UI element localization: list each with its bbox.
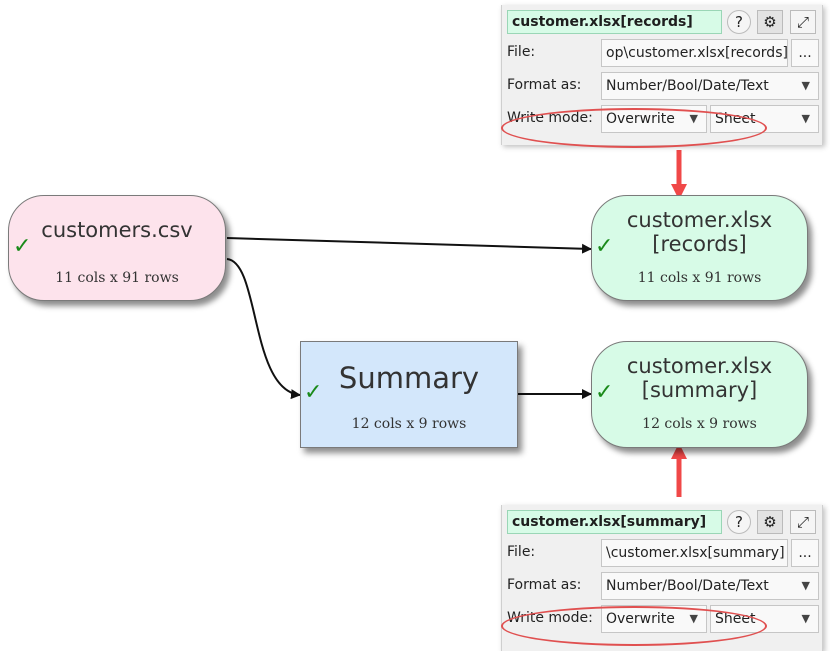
chevron-down-icon: ▼ [801,112,810,125]
node-dimensions: 12 cols x 9 rows [642,416,757,432]
node-title-line1: customer.xlsx [626,208,773,232]
edge-csv-to-summary [226,258,301,400]
node-title-line2: [records] [652,232,747,256]
format-select[interactable]: Number/Bool/Date/Text ▼ [601,572,819,600]
node-name-field[interactable]: customer.xlsx[records] [507,10,722,34]
format-value: Number/Bool/Date/Text [606,78,769,94]
node-title: Summary [338,361,480,395]
file-path-input[interactable]: op\customer.xlsx[records] [601,39,788,67]
node-customers-csv[interactable]: ✓ customers.csv 11 cols x 91 rows [8,195,226,301]
browse-button[interactable]: ... [791,539,819,567]
properties-panel-records: customer.xlsx[records] ? ⚙ ⤢ File: op\cu… [501,5,823,145]
node-summary[interactable]: ✓ Summary 12 cols x 9 rows [300,341,518,448]
expand-icon[interactable]: ⤢ [790,10,816,34]
node-title-line1: customer.xlsx [626,354,773,378]
write-mode-select[interactable]: Overwrite ▼ [601,605,707,633]
chevron-down-icon: ▼ [801,579,810,592]
write-mode-select[interactable]: Overwrite ▼ [601,105,707,133]
help-icon[interactable]: ? [727,10,751,34]
edge-csv-to-records [226,237,592,254]
gear-icon[interactable]: ⚙ [757,10,783,34]
format-select[interactable]: Number/Bool/Date/Text ▼ [601,72,819,100]
node-dimensions: 11 cols x 91 rows [637,270,762,286]
format-value: Number/Bool/Date/Text [606,578,769,594]
chevron-down-icon: ▼ [801,612,810,625]
write-mode-label: Write mode: [507,610,593,626]
node-dimensions: 12 cols x 9 rows [351,416,467,432]
node-title: customers.csv [41,218,193,242]
format-label: Format as: [507,77,582,93]
file-path-input[interactable]: \customer.xlsx[summary] [601,539,788,567]
node-dimensions: 11 cols x 91 rows [55,270,179,286]
node-title-line2: [summary] [641,378,758,402]
gear-icon[interactable]: ⚙ [757,510,783,534]
chevron-down-icon: ▼ [689,112,698,125]
node-name-field[interactable]: customer.xlsx[summary] [507,510,722,534]
write-mode-value: Overwrite [606,111,675,127]
chevron-down-icon: ▼ [801,79,810,92]
write-mode-value: Overwrite [606,611,675,627]
file-label: File: [507,544,536,560]
node-customer-xlsx-summary[interactable]: ✓ customer.xlsx [summary] 12 cols x 9 ro… [591,341,808,448]
properties-panel-summary: customer.xlsx[summary] ? ⚙ ⤢ File: \cust… [501,505,823,651]
help-icon[interactable]: ? [727,510,751,534]
write-target-select[interactable]: Sheet ▼ [710,105,819,133]
browse-button[interactable]: ... [791,39,819,67]
write-target-value: Sheet [715,611,756,627]
write-mode-label: Write mode: [507,110,593,126]
format-label: Format as: [507,577,582,593]
write-target-select[interactable]: Sheet ▼ [710,605,819,633]
node-customer-xlsx-records[interactable]: ✓ customer.xlsx [records] 11 cols x 91 r… [591,195,808,301]
file-label: File: [507,44,536,60]
chevron-down-icon: ▼ [689,612,698,625]
expand-icon[interactable]: ⤢ [790,510,816,534]
write-target-value: Sheet [715,111,756,127]
